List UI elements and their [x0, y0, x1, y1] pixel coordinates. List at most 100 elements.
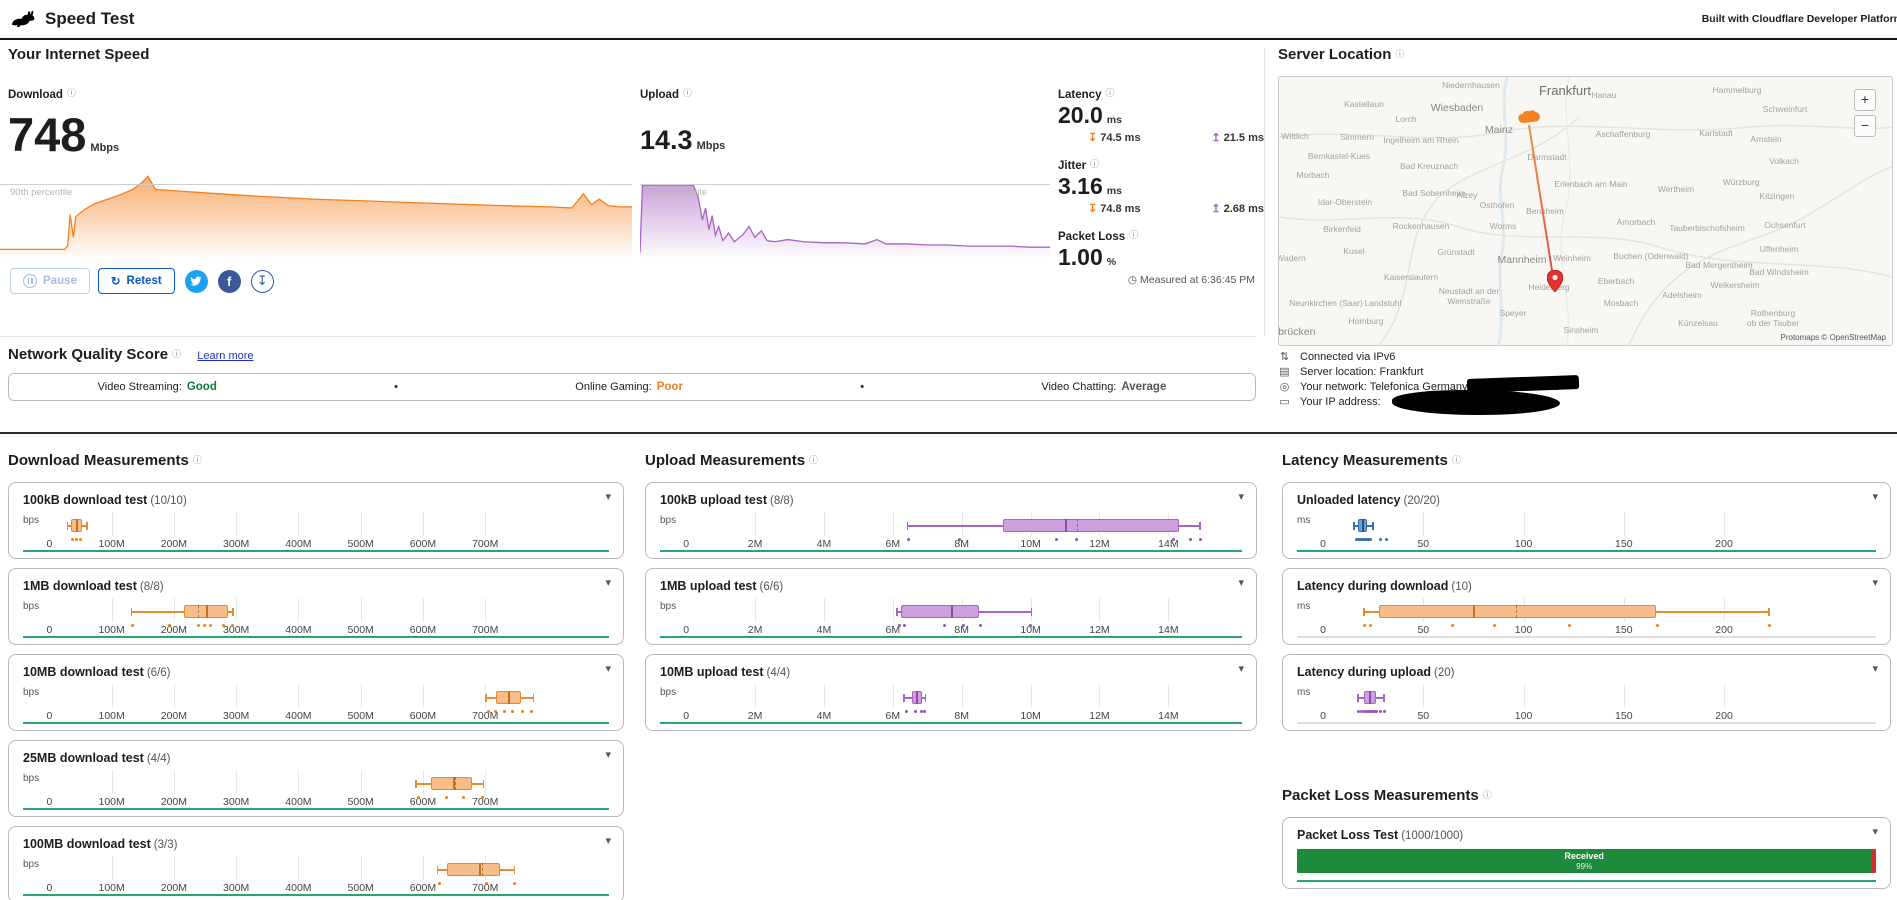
chevron-down-icon[interactable]: ▾ [1872, 825, 1878, 838]
user-location-pin-icon[interactable] [1547, 270, 1563, 292]
axis-tick-label: 100M [98, 796, 125, 808]
data-point [1379, 710, 1383, 713]
card-underline [660, 636, 1242, 638]
axis-tick [961, 512, 963, 536]
axis-tick-label: 50 [1417, 710, 1430, 722]
axis-tick-label: 100 [1514, 624, 1533, 636]
data-point [1493, 624, 1497, 627]
measurement-card: Latency during upload (20) ▾ ms 0 50 100 150 200 [1282, 654, 1891, 731]
chevron-down-icon[interactable]: ▾ [1872, 490, 1878, 503]
axis-tick-label: 700M [472, 796, 499, 808]
info-icon[interactable]: ⓘ [809, 455, 818, 465]
upload-measurements-column: Upload Measurements ⓘ 100kB upload test (8… [645, 446, 1257, 740]
chevron-down-icon[interactable]: ▾ [1238, 576, 1244, 589]
download-label: Download ⓘ [8, 88, 76, 101]
percentile-label: 90th percentile [10, 187, 73, 198]
chevron-down-icon[interactable]: ▾ [1872, 576, 1878, 589]
axis-tick-label: 50 [1417, 624, 1430, 636]
axis-tick-label: 200 [1715, 538, 1733, 550]
server-location-map[interactable]: Frankfurt Wiesbaden Mainz Mannheim Darmstadt… [1278, 76, 1893, 346]
chevron-down-icon[interactable]: ▾ [1238, 490, 1244, 503]
axis-tick-label: 8M [954, 538, 970, 550]
chevron-down-icon[interactable]: ▾ [605, 490, 611, 503]
network-quality-score-box: Video Streaming: Good • Online Gaming: Poor •… [8, 373, 1256, 401]
info-icon[interactable]: ⓘ [1483, 790, 1492, 800]
section-title-your-internet-speed: Your Internet Speed [8, 46, 150, 63]
whisker-cap [1372, 522, 1374, 530]
axis-tick-label: 600M [409, 538, 437, 550]
card-underline [23, 636, 609, 638]
box-plot: bps 0 100M 200M 300M 400M 500M 600M 700M [23, 512, 609, 554]
axis-unit-label: ms [1297, 515, 1311, 526]
data-point [1369, 538, 1373, 541]
packets-lost-segment [1871, 849, 1876, 873]
whisker-cap [903, 694, 905, 702]
chevron-down-icon[interactable]: ▾ [1872, 662, 1878, 675]
axis-tick [111, 512, 113, 536]
card-icon: ▭ [1279, 396, 1290, 408]
axis-tick-label: 0 [683, 624, 690, 636]
median-line [478, 863, 481, 876]
learn-more-link[interactable]: Learn more [197, 350, 253, 362]
data-point [437, 882, 441, 885]
info-icon[interactable]: ⓘ [1452, 455, 1461, 465]
map-zoom-out-button[interactable]: − [1854, 115, 1876, 137]
data-point [230, 624, 234, 627]
axis-tick-label: 14M [1158, 624, 1179, 636]
chevron-down-icon[interactable]: ▾ [605, 662, 611, 675]
measurement-card: 100kB upload test (8/8) ▾ bps 0 2M 4M 6M 8M 10M 12… [645, 482, 1257, 559]
info-icon[interactable]: ⓘ [1129, 230, 1138, 240]
axis-tick [1423, 684, 1425, 708]
axis-tick-label: 300M [223, 624, 250, 636]
card-underline [660, 722, 1242, 724]
card-count: (6/6) [759, 581, 784, 593]
share-twitter-button[interactable] [184, 269, 208, 293]
axis-tick-label: 100M [98, 882, 125, 894]
axis-tick-label: 50 [1417, 538, 1430, 550]
jitter-download-value: ↧ 74.8 ms [1088, 203, 1141, 215]
whisker-cap [436, 866, 439, 874]
whisker-cap [130, 608, 133, 616]
axis-tick-label: 600M [409, 624, 437, 636]
axis-tick [298, 770, 300, 794]
chevron-down-icon[interactable]: ▾ [605, 834, 611, 847]
axis-tick [422, 770, 424, 794]
axis-unit-label: bps [23, 773, 40, 784]
data-point [942, 624, 946, 627]
info-icon[interactable]: ⓘ [1090, 159, 1099, 169]
axis-tick-label: 6M [885, 538, 901, 550]
download-results-button[interactable]: ↧ [250, 269, 274, 293]
upload-speed-chart: 0th percentile [640, 148, 1050, 257]
retest-icon: ↻ [110, 276, 121, 288]
axis-tick-label: 2M [747, 538, 763, 550]
retest-button[interactable]: ↻ Retest [97, 268, 175, 294]
info-icon[interactable]: ⓘ [1105, 88, 1114, 98]
chevron-down-icon[interactable]: ▾ [605, 748, 611, 761]
data-point [906, 538, 910, 541]
chevron-down-icon[interactable]: ▾ [1238, 662, 1244, 675]
upload-measurements-title: Upload Measurements ⓘ [645, 452, 819, 469]
axis-tick-label: 0 [1320, 624, 1326, 636]
pause-button[interactable]: Pause [10, 268, 90, 294]
data-point [130, 624, 134, 627]
packet-loss-measurements-section: Packet Loss Measurements ⓘ Packet Loss Te… [1282, 787, 1891, 889]
map-zoom-in-button[interactable]: + [1854, 89, 1876, 111]
axis-tick [1623, 512, 1625, 536]
axis-tick [111, 598, 113, 622]
measurement-card: 100kB download test (10/10) ▾ bps 0 100M 200M 3… [8, 482, 624, 559]
share-facebook-button[interactable]: f [217, 269, 241, 293]
info-icon[interactable]: ⓘ [193, 455, 202, 465]
cloudflare-server-marker-icon[interactable] [1517, 109, 1541, 124]
info-icon[interactable]: ⓘ [683, 88, 692, 98]
axis-tick-label: 0 [46, 538, 53, 550]
axis-tick-label: 6M [885, 710, 901, 722]
chevron-down-icon[interactable]: ▾ [605, 576, 611, 589]
median-line [916, 691, 919, 704]
percentile-label: 0th percentile [650, 187, 708, 198]
latency-measurements-column: Latency Measurements ⓘ Unloaded latency (2… [1282, 446, 1891, 898]
info-icon[interactable]: ⓘ [172, 349, 181, 359]
card-underline [1297, 636, 1876, 638]
info-icon[interactable]: ⓘ [67, 88, 76, 98]
info-icon[interactable]: ⓘ [1395, 49, 1404, 59]
data-point [445, 796, 449, 799]
